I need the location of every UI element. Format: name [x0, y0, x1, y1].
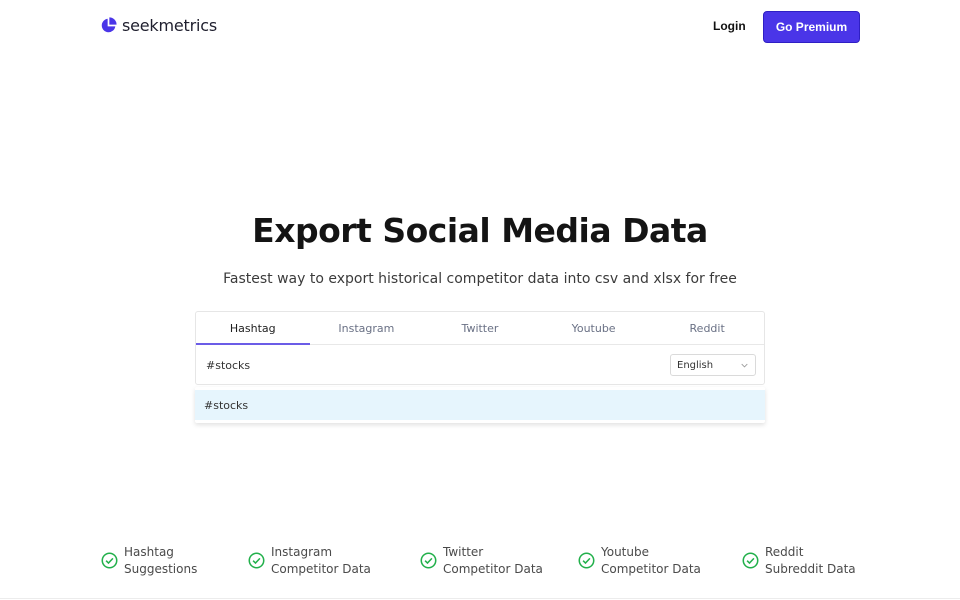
page-subtitle: Fastest way to export historical competi…: [223, 271, 737, 287]
check-circle-icon: [248, 552, 265, 569]
logo-pie-icon: [101, 17, 117, 33]
feature-list: Hashtag Suggestions Instagram Competitor…: [0, 544, 960, 584]
feature-label: Youtube Competitor Data: [601, 544, 701, 578]
feature-line-1: Youtube: [601, 545, 649, 559]
logo-text: seekmetrics: [122, 16, 217, 35]
check-circle-icon: [420, 552, 437, 569]
login-link[interactable]: Login: [713, 19, 746, 33]
go-premium-button[interactable]: Go Premium: [763, 11, 860, 43]
search-card: Hashtag Instagram Twitter Youtube Reddit…: [195, 311, 765, 385]
tab-hashtag[interactable]: Hashtag: [196, 312, 310, 345]
page-title: Export Social Media Data: [252, 211, 708, 250]
suggestion-dropdown: #stocks: [195, 387, 765, 423]
platform-tabs: Hashtag Instagram Twitter Youtube Reddit: [196, 312, 764, 345]
language-select-value: English: [677, 359, 714, 371]
feature-item: Reddit Subreddit Data: [742, 544, 856, 578]
feature-line-2: Subreddit Data: [765, 562, 856, 576]
feature-item: Twitter Competitor Data: [420, 544, 543, 578]
feature-line-2: Competitor Data: [443, 562, 543, 576]
feature-label: Reddit Subreddit Data: [765, 544, 856, 578]
tab-instagram[interactable]: Instagram: [310, 312, 424, 344]
feature-item: Youtube Competitor Data: [578, 544, 701, 578]
feature-label: Twitter Competitor Data: [443, 544, 543, 578]
tab-twitter[interactable]: Twitter: [423, 312, 537, 344]
chevron-down-icon: [741, 363, 748, 368]
feature-item: Instagram Competitor Data: [248, 544, 371, 578]
feature-line-2: Suggestions: [124, 562, 198, 576]
search-input-row: English: [196, 345, 764, 385]
feature-line-2: Competitor Data: [271, 562, 371, 576]
check-circle-icon: [101, 552, 118, 569]
logo[interactable]: seekmetrics: [100, 16, 217, 35]
feature-line-1: Twitter: [443, 545, 484, 559]
feature-item: Hashtag Suggestions: [101, 544, 197, 578]
feature-line-1: Reddit: [765, 545, 804, 559]
feature-line-1: Instagram: [271, 545, 333, 559]
check-circle-icon: [742, 552, 759, 569]
tab-youtube[interactable]: Youtube: [537, 312, 651, 344]
feature-label: Hashtag Suggestions: [124, 544, 197, 578]
search-input[interactable]: [206, 354, 646, 376]
feature-label: Instagram Competitor Data: [271, 544, 371, 578]
feature-line-1: Hashtag: [124, 545, 174, 559]
header: seekmetrics Login Go Premium: [0, 0, 960, 54]
check-circle-icon: [578, 552, 595, 569]
divider: [0, 598, 960, 599]
language-select[interactable]: English: [670, 354, 756, 376]
feature-line-2: Competitor Data: [601, 562, 701, 576]
suggestion-item[interactable]: #stocks: [195, 390, 765, 420]
tab-reddit[interactable]: Reddit: [650, 312, 764, 344]
